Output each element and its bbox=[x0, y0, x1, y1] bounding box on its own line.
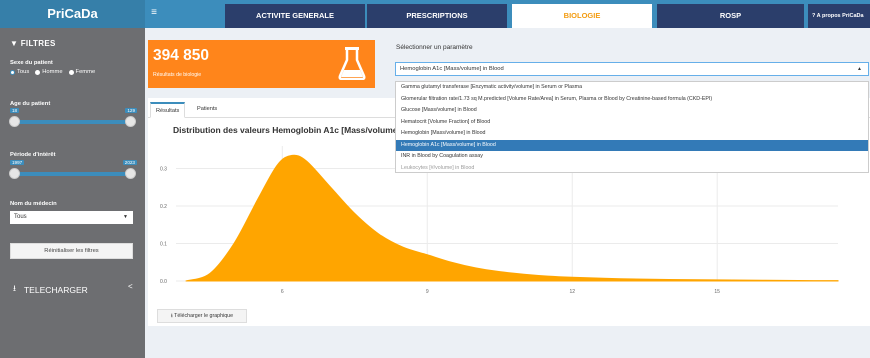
filters-title: ▼ FILTRES bbox=[10, 39, 56, 48]
parameter-option[interactable]: Glucose [Mass/volume] in Blood bbox=[396, 105, 868, 117]
age-max-handle[interactable] bbox=[125, 116, 136, 127]
parameter-option[interactable]: Glomerular filtration rate/1.73 sq M.pre… bbox=[396, 94, 868, 106]
tab-rosp[interactable]: ROSP bbox=[657, 4, 804, 28]
download-icon: ⭳ bbox=[170, 313, 173, 319]
flask-icon bbox=[338, 47, 366, 80]
period-max-handle[interactable] bbox=[125, 168, 136, 179]
parameter-select-value: Hemoglobin A1c [Mass/volume] in Blood bbox=[400, 66, 504, 72]
density-area bbox=[185, 154, 839, 282]
x-tick-label: 15 bbox=[714, 289, 720, 295]
x-tick-label: 9 bbox=[426, 289, 429, 295]
download-label: TELECHARGER bbox=[23, 285, 88, 295]
period-min-tag: 1997 bbox=[10, 160, 25, 165]
parameter-label: Sélectionner un paramètre bbox=[396, 44, 473, 51]
y-tick-label: 0.1 bbox=[160, 242, 167, 248]
period-slider[interactable]: 1997 2023 bbox=[9, 160, 137, 180]
sidebar: ▼ FILTRES Sexe du patient Tous Homme Fem… bbox=[0, 28, 145, 358]
tab-biologie[interactable]: BIOLOGIE bbox=[512, 4, 652, 28]
radio-selected-icon bbox=[10, 69, 15, 75]
about-link[interactable]: ? A propos PriCaDa bbox=[808, 4, 870, 28]
parameter-select[interactable]: Hemoglobin A1c [Mass/volume] in Blood ▲ bbox=[395, 62, 869, 76]
doctor-label: Nom du médecin bbox=[10, 201, 57, 207]
caret-up-icon: ▲ bbox=[857, 66, 862, 72]
caret-down-icon: ▼ bbox=[123, 214, 128, 220]
parameter-option[interactable]: Gamma glutamyl transferase [Enzymatic ac… bbox=[396, 82, 868, 94]
x-tick-label: 12 bbox=[569, 289, 575, 295]
download-chart-label: Télécharger le graphique bbox=[174, 313, 234, 319]
age-min-tag: 18 bbox=[10, 108, 20, 113]
sex-label: Sexe du patient bbox=[10, 60, 53, 66]
tab-activite-generale[interactable]: ACTIVITE GENERALE bbox=[225, 4, 365, 28]
doctor-select-value: Tous bbox=[14, 214, 27, 220]
filters-title-label: FILTRES bbox=[20, 39, 56, 48]
parameter-option[interactable]: Leukocytes [#/volume] in Blood bbox=[396, 163, 868, 173]
radio-tous[interactable]: Tous bbox=[10, 69, 29, 75]
app-logo[interactable]: PriCaDa bbox=[0, 0, 145, 28]
y-tick-label: 0.2 bbox=[160, 204, 167, 210]
x-tick-label: 6 bbox=[281, 289, 284, 295]
radio-label: Femme bbox=[75, 69, 96, 75]
slider-track bbox=[14, 120, 131, 124]
top-navbar: PriCaDa ≡ ACTIVITE GENERALE PRESCRIPTION… bbox=[0, 0, 870, 28]
download-icon: ⭳ bbox=[13, 283, 16, 293]
results-count-label: Résultats de biologie bbox=[153, 72, 202, 78]
period-min-handle[interactable] bbox=[9, 168, 20, 179]
reset-filters-button[interactable]: Réinitialiser les filtres bbox=[10, 243, 133, 259]
menu-toggle-icon[interactable]: ≡ bbox=[145, 0, 163, 28]
y-tick-label: 0.3 bbox=[160, 167, 167, 173]
radio-label: Homme bbox=[42, 69, 63, 75]
parameter-option-selected[interactable]: Hemoglobin A1c [Mass/volume] in Blood bbox=[396, 139, 868, 151]
radio-label: Tous bbox=[17, 69, 30, 75]
age-slider[interactable]: 18 129 bbox=[9, 108, 137, 128]
age-label: Age du patient bbox=[10, 101, 51, 107]
radio-femme[interactable]: Femme bbox=[68, 69, 96, 75]
radio-homme[interactable]: Homme bbox=[35, 69, 63, 75]
age-min-handle[interactable] bbox=[9, 116, 20, 127]
tab-prescriptions[interactable]: PRESCRIPTIONS bbox=[367, 4, 507, 28]
download-chart-button[interactable]: ⭳ Télécharger le graphique bbox=[157, 309, 247, 323]
parameter-option[interactable]: Hematocrit [Volume Fraction] of Blood bbox=[396, 117, 868, 129]
radio-icon bbox=[68, 69, 74, 75]
parameter-option[interactable]: Hemoglobin [Mass/volume] in Blood bbox=[396, 128, 868, 140]
filter-icon: ▼ bbox=[10, 39, 19, 48]
slider-track bbox=[14, 172, 131, 176]
period-max-tag: 2023 bbox=[122, 160, 137, 165]
period-label: Période d'intérêt bbox=[10, 152, 56, 158]
download-menu[interactable]: ⭳ TELECHARGER bbox=[13, 283, 88, 297]
y-tick-label: 0.0 bbox=[160, 279, 167, 285]
chevron-left-icon[interactable]: < bbox=[128, 282, 133, 291]
results-count: 394 850 bbox=[153, 47, 210, 64]
biology-results-infobox: 394 850 Résultats de biologie bbox=[148, 40, 375, 88]
doctor-select[interactable]: Tous ▼ bbox=[10, 211, 133, 224]
radio-icon bbox=[35, 69, 41, 75]
sex-radio-group: Tous Homme Femme bbox=[10, 69, 95, 75]
age-max-tag: 129 bbox=[125, 108, 137, 113]
parameter-dropdown: Gamma glutamyl transferase [Enzymatic ac… bbox=[395, 81, 869, 173]
parameter-option[interactable]: INR in Blood by Coagulation assay bbox=[396, 151, 868, 163]
